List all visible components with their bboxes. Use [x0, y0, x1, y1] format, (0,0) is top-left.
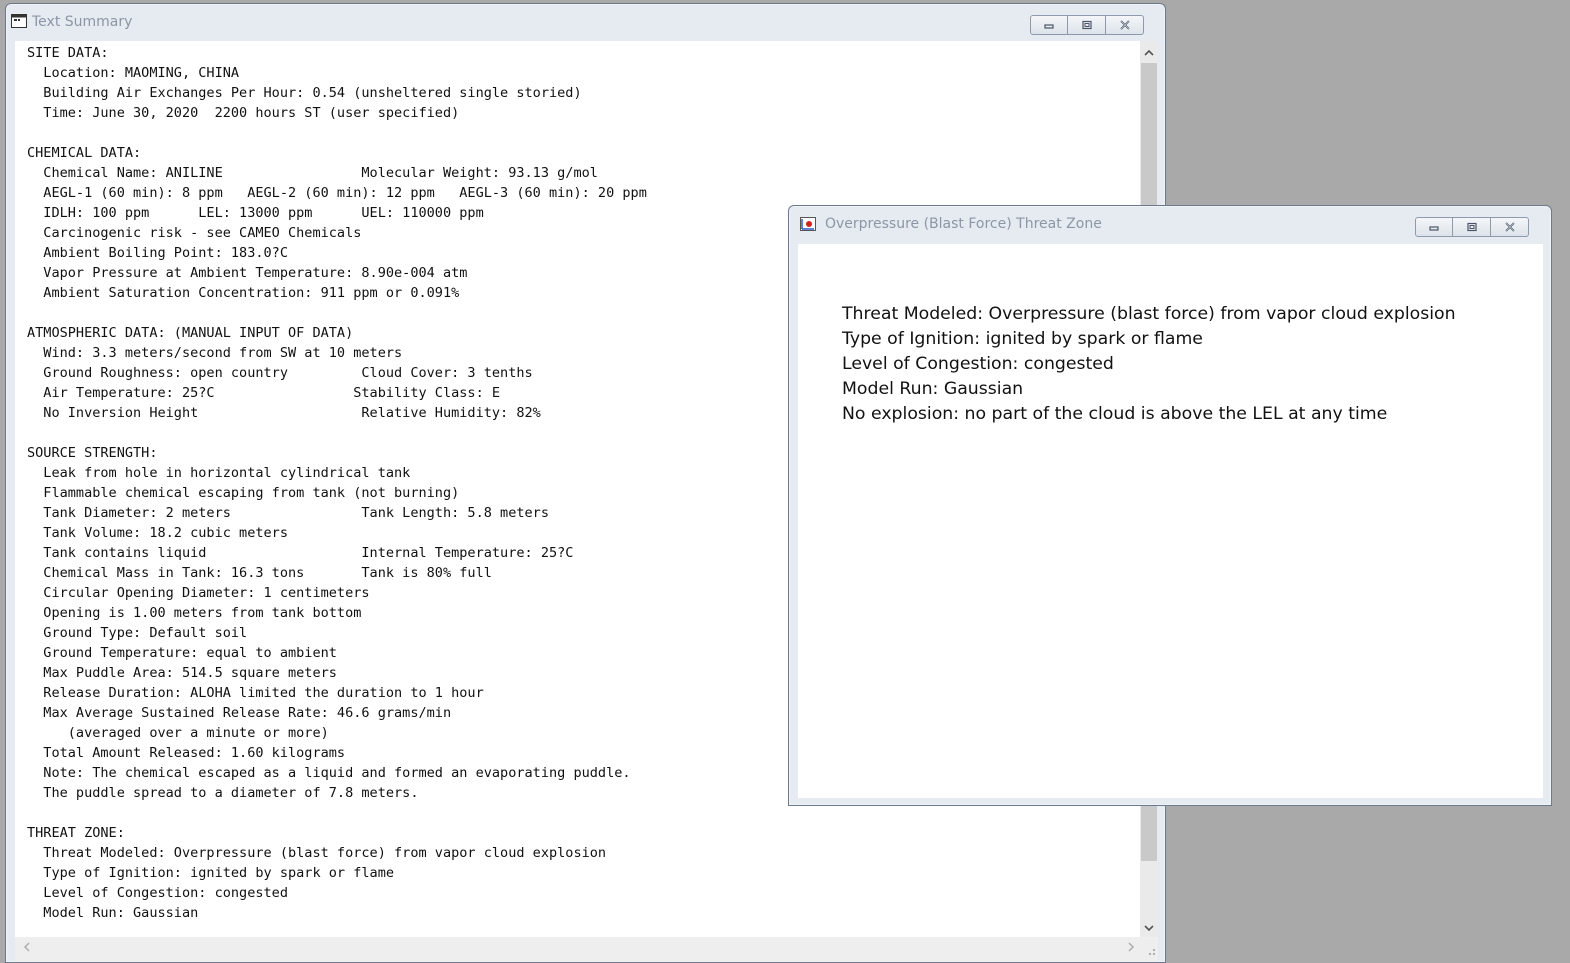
minimize-button[interactable] [1030, 15, 1068, 35]
summary-line: Chemical Name: ANILINE Molecular Weight:… [27, 165, 598, 181]
minimize-button[interactable] [1415, 217, 1453, 237]
resize-grip-icon [1149, 949, 1155, 955]
summary-line: Tank Volume: 18.2 cubic meters [27, 525, 288, 541]
minimize-icon [1429, 226, 1439, 231]
maximize-button[interactable] [1453, 217, 1491, 237]
summary-line: Leak from hole in horizontal cylindrical… [27, 465, 411, 481]
close-button[interactable] [1491, 217, 1529, 237]
close-icon [1119, 20, 1130, 30]
summary-line: Type of Ignition: ignited by spark or fl… [27, 865, 395, 881]
maximize-icon [1081, 20, 1092, 30]
window-title: Text Summary [32, 14, 133, 30]
congestion-level-line: Level of Congestion: congested [842, 354, 1114, 374]
text-summary-app-icon [11, 14, 27, 28]
summary-line: Location: MAOMING, CHINA [27, 65, 240, 81]
threat-zone-app-icon [800, 217, 816, 231]
summary-line: Threat Modeled: Overpressure (blast forc… [27, 845, 607, 861]
summary-line: Flammable chemical escaping from tank (n… [27, 485, 460, 501]
summary-line: Ground Roughness: open country Cloud Cov… [27, 365, 533, 381]
summary-line: AEGL-1 (60 min): 8 ppm AEGL-2 (60 min): … [27, 185, 647, 201]
summary-line: IDLH: 100 ppm LEL: 13000 ppm UEL: 110000… [27, 205, 484, 221]
summary-line: Total Amount Released: 1.60 kilograms [27, 745, 346, 761]
model-run-line: Model Run: Gaussian [842, 379, 1024, 399]
summary-text: SITE DATA: Location: MAOMING, CHINA Buil… [27, 43, 647, 923]
summary-line [27, 423, 647, 443]
threat-modeled-line: Threat Modeled: Overpressure (blast forc… [842, 304, 1456, 324]
scroll-left-button[interactable] [17, 937, 35, 957]
summary-line: ATMOSPHERIC DATA: (MANUAL INPUT OF DATA) [27, 325, 354, 341]
summary-line: CHEMICAL DATA: [27, 145, 142, 161]
resize-grip[interactable] [1140, 937, 1158, 962]
summary-line: SOURCE STRENGTH: [27, 445, 158, 461]
summary-line: No Inversion Height Relative Humidity: 8… [27, 405, 541, 421]
summary-line: Carcinogenic risk - see CAMEO Chemicals [27, 225, 362, 241]
summary-line [27, 803, 647, 823]
overpressure-titlebar[interactable]: Overpressure (Blast Force) Threat Zone [789, 206, 1551, 242]
summary-line: Ground Temperature: equal to ambient [27, 645, 337, 661]
summary-line: Ambient Boiling Point: 183.0?C [27, 245, 288, 261]
summary-line: SITE DATA: [27, 45, 109, 61]
chevron-right-icon [1128, 942, 1134, 952]
minimize-icon [1044, 24, 1054, 29]
summary-line: Chemical Mass in Tank: 16.3 tons Tank is… [27, 565, 492, 581]
summary-line: THREAT ZONE: [27, 825, 125, 841]
summary-line: Note: The chemical escaped as a liquid a… [27, 765, 631, 781]
chevron-left-icon [23, 942, 29, 952]
summary-line: Tank Diameter: 2 meters Tank Length: 5.8… [27, 505, 549, 521]
window-controls [1415, 217, 1529, 239]
scroll-down-button[interactable] [1140, 919, 1158, 937]
window-title: Overpressure (Blast Force) Threat Zone [825, 216, 1102, 232]
summary-line: Building Air Exchanges Per Hour: 0.54 (u… [27, 85, 582, 101]
summary-line: Vapor Pressure at Ambient Temperature: 8… [27, 265, 468, 281]
explosion-result-line: No explosion: no part of the cloud is ab… [842, 404, 1388, 424]
summary-line: Opening is 1.00 meters from tank bottom [27, 605, 362, 621]
summary-line: The puddle spread to a diameter of 7.8 m… [27, 785, 419, 801]
window-controls [1030, 15, 1144, 37]
summary-line: Tank contains liquid Internal Temperatur… [27, 545, 574, 561]
horizontal-scrollbar[interactable] [15, 937, 1140, 962]
summary-line: Ground Type: Default soil [27, 625, 248, 641]
overpressure-content: Threat Modeled: Overpressure (blast forc… [798, 244, 1543, 798]
summary-line: Max Average Sustained Release Rate: 46.6… [27, 705, 452, 721]
threat-zone-text: Threat Modeled: Overpressure (blast forc… [842, 302, 1456, 427]
summary-line: (averaged over a minute or more) [27, 725, 329, 741]
maximize-button[interactable] [1068, 15, 1106, 35]
summary-line: Ambient Saturation Concentration: 911 pp… [27, 285, 460, 301]
maximize-icon [1466, 222, 1477, 232]
summary-line: Time: June 30, 2020 2200 hours ST (user … [27, 105, 460, 121]
summary-line: Release Duration: ALOHA limited the dura… [27, 685, 484, 701]
summary-line: Air Temperature: 25?C Stability Class: E [27, 385, 501, 401]
scroll-right-button[interactable] [1122, 937, 1140, 957]
summary-line: Level of Congestion: congested [27, 885, 288, 901]
close-button[interactable] [1106, 15, 1144, 35]
scroll-up-button[interactable] [1140, 43, 1158, 61]
summary-line: Circular Opening Diameter: 1 centimeters [27, 585, 370, 601]
summary-line [27, 123, 647, 143]
overpressure-window[interactable]: Overpressure (Blast Force) Threat Zone T… [788, 205, 1552, 806]
summary-line [27, 303, 647, 323]
chevron-up-icon [1144, 49, 1154, 56]
summary-line: Max Puddle Area: 514.5 square meters [27, 665, 337, 681]
ignition-type-line: Type of Ignition: ignited by spark or fl… [842, 329, 1203, 349]
close-icon [1504, 222, 1515, 232]
text-summary-titlebar[interactable]: Text Summary [6, 4, 1165, 40]
summary-line: Wind: 3.3 meters/second from SW at 10 me… [27, 345, 403, 361]
summary-line: Model Run: Gaussian [27, 905, 199, 921]
chevron-down-icon [1144, 924, 1154, 931]
